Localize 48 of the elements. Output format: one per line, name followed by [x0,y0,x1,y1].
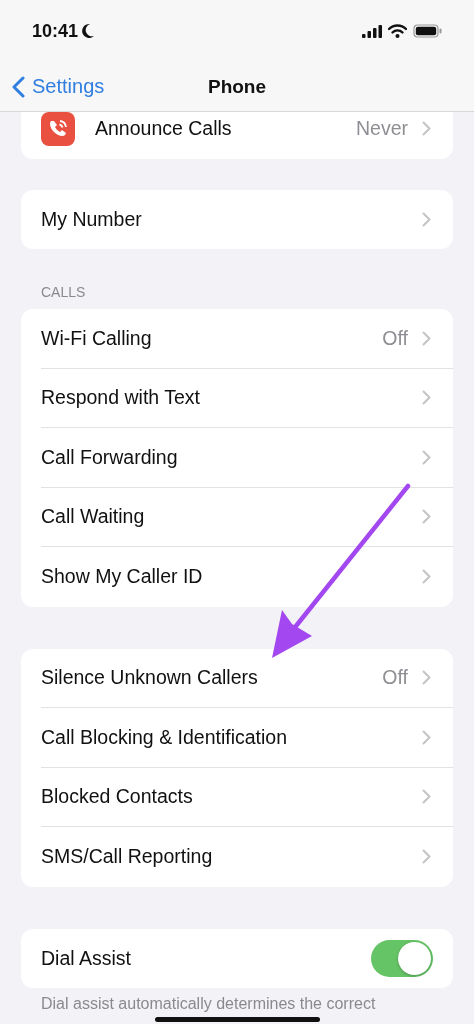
settings-row[interactable]: Wi-Fi Calling Off [21,309,453,369]
chevron-icon [422,789,431,805]
settings-row[interactable]: Respond with Text [21,368,453,428]
clock-time: 10:41 [32,20,79,42]
row-label: Announce Calls [95,117,232,141]
settings-row[interactable]: Call Waiting [21,487,453,547]
battery-icon [413,24,442,38]
back-chevron-icon [12,75,25,98]
toggle-switch[interactable] [371,939,433,977]
row-label: Blocked Contacts [41,785,193,809]
settings-row[interactable]: My Number [21,189,453,249]
settings-row[interactable]: Dial Assist [21,928,453,988]
row-label: Respond with Text [41,386,200,410]
signal-icon [362,24,382,38]
row-value: Off [382,666,408,690]
row-label: My Number [41,207,142,231]
chevron-icon [422,670,431,686]
row-label: Dial Assist [41,946,131,970]
chevron-icon [422,509,431,525]
row-value: Never [355,117,408,141]
settings-row[interactable]: Show My Caller ID [21,547,453,607]
moon-icon [81,23,96,39]
row-label: Wi-Fi Calling [41,326,152,350]
chevron-icon [422,569,431,585]
row-label: Call Waiting [41,505,145,529]
settings-row[interactable]: Announce Calls Never [21,112,453,159]
chevron-icon [422,330,431,346]
row-label: Call Forwarding [41,445,178,469]
chevron-icon [422,121,431,137]
page-title: Phone [207,75,267,98]
chevron-icon [422,390,431,406]
chevron-icon [422,211,431,227]
settings-row[interactable]: Call Forwarding [21,428,453,488]
row-value: Off [382,326,408,350]
row-label: SMS/Call Reporting [41,845,213,869]
chevron-icon [422,449,431,465]
settings-row[interactable]: Call Blocking & Identification [21,708,453,768]
footer-note: Dial assist automatically determines the correct [40,994,377,1013]
settings-row[interactable]: Blocked Contacts [21,767,453,827]
chevron-icon [422,849,431,865]
row-label: Call Blocking & Identification [41,725,288,749]
row-label: Silence Unknown Callers [41,666,258,690]
settings-row[interactable]: SMS/Call Reporting [21,827,453,887]
chevron-icon [422,729,431,745]
row-label: Show My Caller ID [41,565,203,589]
back-button[interactable]: Settings [0,75,105,98]
section-header: CALLS [40,284,86,302]
wifi-icon [388,24,407,38]
